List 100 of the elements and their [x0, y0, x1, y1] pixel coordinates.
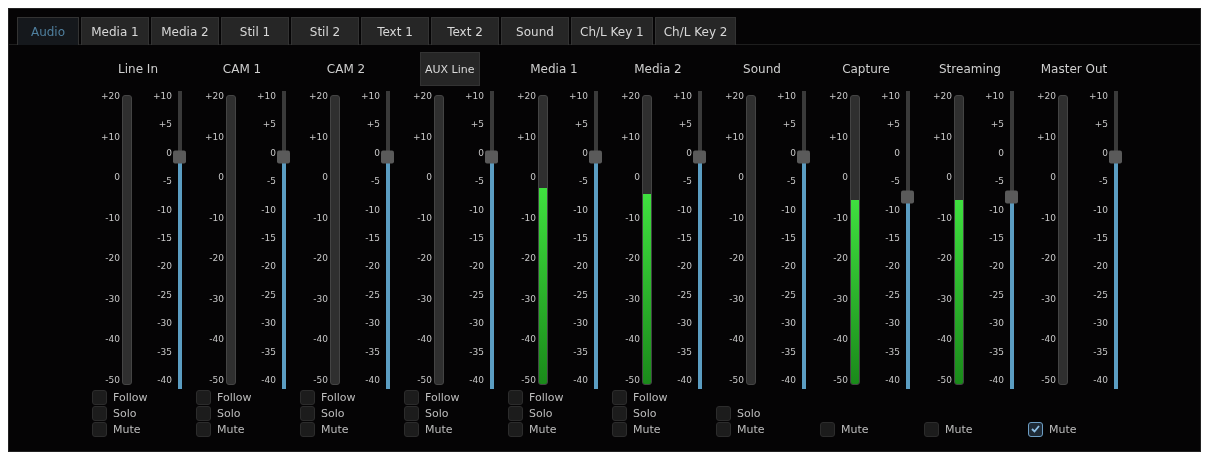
tab[interactable]: Media 2 — [151, 17, 219, 45]
fader-handle[interactable] — [173, 150, 186, 164]
checkbox[interactable] — [508, 421, 523, 437]
fader-scale-label: -10 — [261, 204, 276, 215]
meter-scale-label: +20 — [517, 91, 536, 101]
fader-handle[interactable] — [1005, 190, 1018, 204]
fader-scale-label: -15 — [1093, 232, 1108, 243]
meter-scale-label: -50 — [1041, 374, 1056, 385]
checkbox[interactable] — [716, 421, 731, 437]
checkbox[interactable] — [92, 389, 107, 405]
checkbox[interactable] — [300, 405, 315, 421]
checkbox[interactable] — [300, 389, 315, 405]
checkbox[interactable] — [196, 389, 211, 405]
checkbox-label: Mute — [113, 422, 141, 436]
checkbox[interactable] — [92, 421, 107, 437]
checkbox[interactable] — [716, 405, 731, 421]
fader-scale-label: -25 — [261, 289, 276, 300]
meter-scale-label: 0 — [842, 172, 848, 183]
checkbox[interactable] — [508, 405, 523, 421]
meter-scale-label: -40 — [833, 334, 848, 345]
fader-handle[interactable] — [485, 150, 498, 164]
checkbox-label: Solo — [321, 406, 345, 420]
checkbox[interactable] — [612, 421, 627, 437]
meter-scale-label: -10 — [521, 212, 536, 223]
tab[interactable]: Text 1 — [361, 17, 429, 45]
fader-scale-label: -20 — [573, 261, 588, 272]
meter-scale-label: -50 — [105, 374, 120, 385]
fader-handle[interactable] — [1109, 150, 1122, 164]
fader-scale-label: -20 — [781, 261, 796, 272]
meter-scale-label: -50 — [313, 374, 328, 385]
tab[interactable]: Ch/L Key 2 — [654, 17, 737, 45]
checkbox[interactable] — [612, 389, 627, 405]
checkbox-label: Solo — [737, 406, 761, 420]
checkbox[interactable] — [1028, 421, 1043, 437]
meter-scale-label: -30 — [1041, 293, 1056, 304]
meter-scale-label: -40 — [1041, 334, 1056, 345]
checkbox[interactable] — [196, 421, 211, 437]
meter-scale-label: -20 — [313, 253, 328, 264]
meter-scale-label: +10 — [621, 131, 640, 142]
tab[interactable]: Audio — [17, 17, 79, 45]
meter-scale-label: -30 — [105, 293, 120, 304]
fader-handle[interactable] — [381, 150, 394, 164]
checkbox[interactable] — [820, 421, 835, 437]
fader-scale-label: -10 — [989, 204, 1004, 215]
channel-title: Streaming — [939, 62, 1001, 76]
checkbox[interactable] — [404, 405, 419, 421]
meter-scale-label: +10 — [1037, 131, 1056, 142]
meter-scale-label: -40 — [417, 334, 432, 345]
fader-scale-label: -40 — [989, 374, 1004, 385]
fader-scale-label: -35 — [261, 346, 276, 357]
fader-handle[interactable] — [901, 190, 914, 204]
checkbox[interactable] — [924, 421, 939, 437]
checkbox-label: Follow — [529, 390, 564, 404]
fader-handle[interactable] — [589, 150, 602, 164]
fader-scale-label: +5 — [262, 119, 276, 130]
meter-scale-label: -20 — [729, 253, 744, 264]
tab[interactable]: Sound — [501, 17, 569, 45]
fader-handle[interactable] — [797, 150, 810, 164]
fader-handle[interactable] — [277, 150, 290, 164]
meter-scale-label: -20 — [417, 253, 432, 264]
fader-scale-label: +10 — [985, 91, 1004, 101]
fader-scale-label: -30 — [1093, 318, 1108, 329]
checkbox[interactable] — [300, 421, 315, 437]
meter-scale-label: -10 — [729, 212, 744, 223]
meter-scale-label: -40 — [209, 334, 224, 345]
meter-scale-label: +20 — [725, 91, 744, 101]
checkbox[interactable] — [196, 405, 211, 421]
checkbox[interactable] — [508, 389, 523, 405]
channel-title: Capture — [842, 62, 890, 76]
meter-scale-label: -10 — [417, 212, 432, 223]
checkbox-label: Mute — [841, 422, 869, 436]
checkbox-label: Mute — [633, 422, 661, 436]
fader-scale-label: 0 — [374, 147, 380, 158]
fader-scale-label: -40 — [469, 374, 484, 385]
tab[interactable]: Media 1 — [81, 17, 149, 45]
fader-handle[interactable] — [693, 150, 706, 164]
tab[interactable]: Ch/L Key 1 — [571, 17, 653, 45]
checkbox[interactable] — [612, 405, 627, 421]
fader-scale-label: -20 — [261, 261, 276, 272]
checkbox[interactable] — [92, 405, 107, 421]
fader-scale-label: -15 — [885, 232, 900, 243]
meter-scale-label: -40 — [937, 334, 952, 345]
fader-scale-label: -10 — [781, 204, 796, 215]
meter-scale-label: -30 — [209, 293, 224, 304]
fader-scale-label: -40 — [573, 374, 588, 385]
check-icon — [1031, 425, 1040, 433]
tab[interactable]: Stil 1 — [221, 17, 289, 45]
fader-scale-label: -5 — [163, 176, 172, 187]
checkbox[interactable] — [404, 421, 419, 437]
tab[interactable]: Stil 2 — [291, 17, 359, 45]
fader-scale-label: -15 — [781, 232, 796, 243]
source-dropdown[interactable]: AUX Line — [420, 52, 480, 86]
checkbox[interactable] — [404, 389, 419, 405]
fader-scale-label: -5 — [995, 176, 1004, 187]
tab[interactable]: Text 2 — [431, 17, 499, 45]
fader-scale-label: 0 — [686, 147, 692, 158]
fader-scale-label: +10 — [777, 91, 796, 101]
fader-scale-label: -40 — [365, 374, 380, 385]
meter-scale-label: -20 — [625, 253, 640, 264]
meter-scale-label: +10 — [101, 131, 120, 142]
